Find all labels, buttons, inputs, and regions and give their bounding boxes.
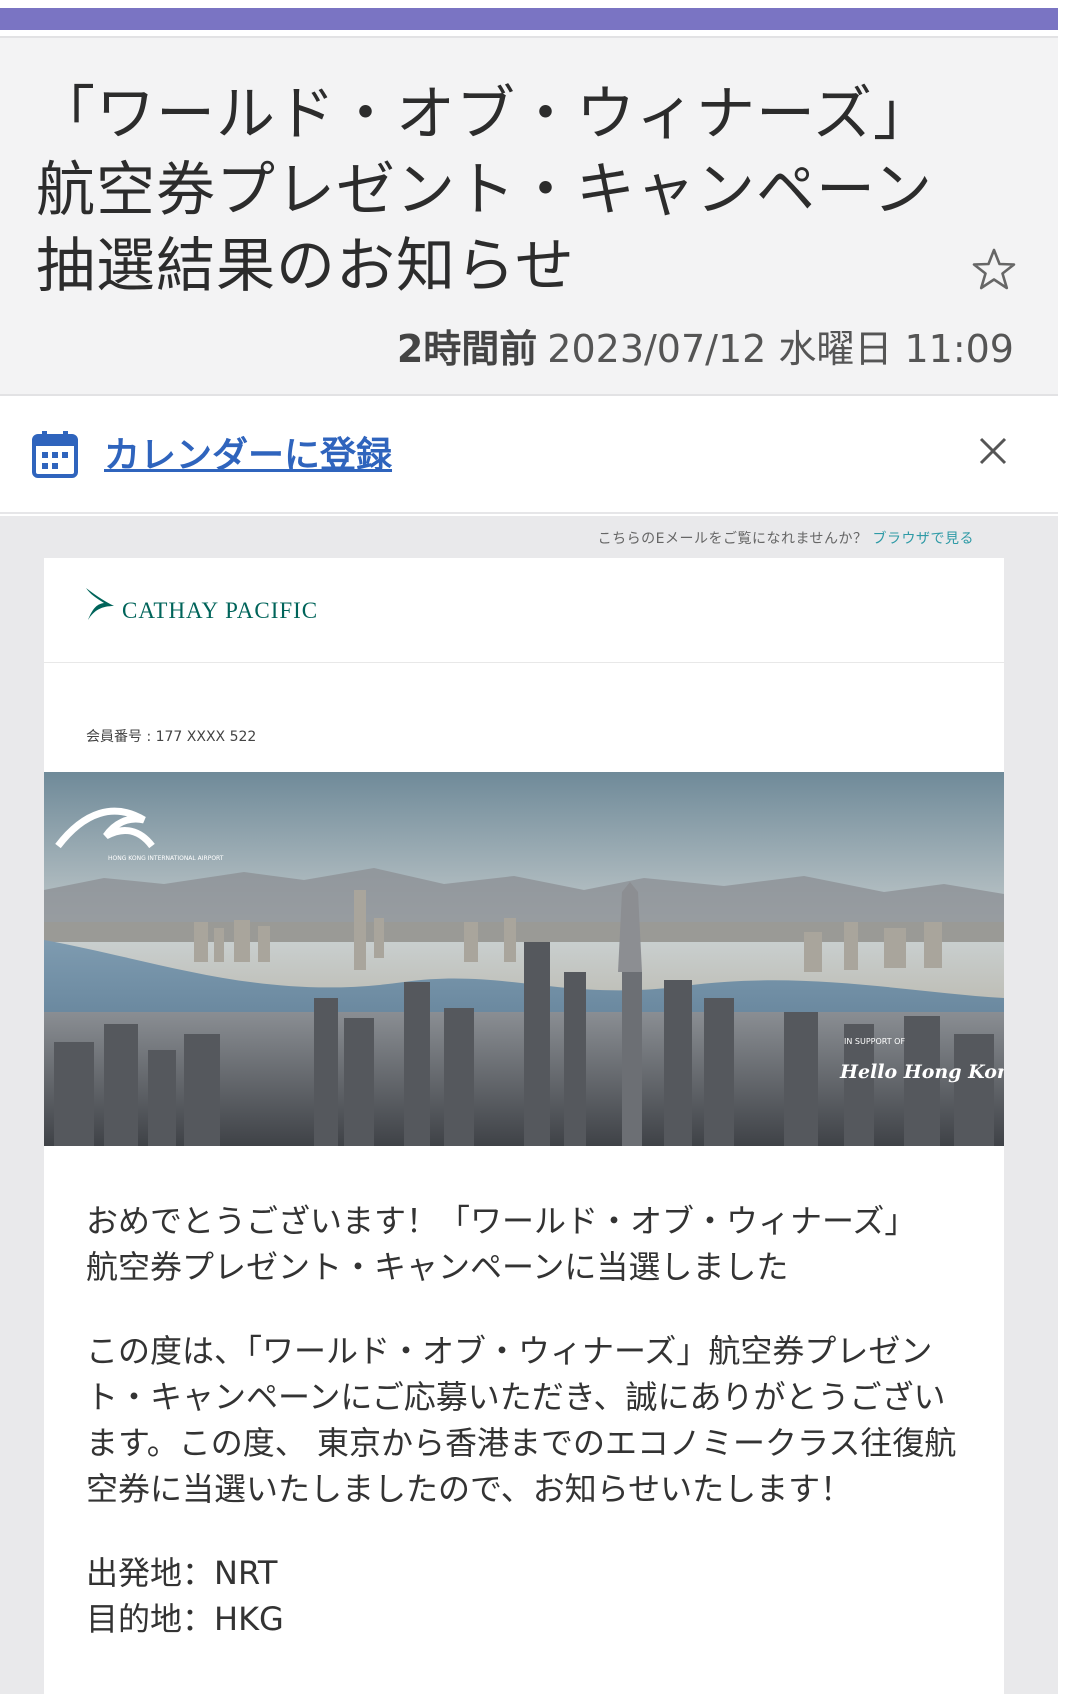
email-card: CATHAY PACIFIC 会員番号 : 177 XXXX 522 HONG … <box>44 558 1004 1698</box>
hero-image: HONG KONG INTERNATIONAL AIRPORT IN SUPPO… <box>44 772 1004 1146</box>
preheader-text: こちらのEメールをご覧になれませんか？ <box>597 531 868 547</box>
relative-time: 2時間前 <box>396 327 538 371</box>
star-icon[interactable] <box>970 246 1018 294</box>
email-message: おめでとうございます！「ワールド・オブ・ウィナーズ」 航空券プレゼント・キャンペ… <box>86 1198 966 1642</box>
member-number: 会員番号 : 177 XXXX 522 <box>86 729 257 745</box>
datetime: 2023/07/12 水曜日 11:09 <box>547 327 1014 371</box>
add-to-calendar-link[interactable]: カレンダーに登録 <box>104 426 392 478</box>
calendar-banner: カレンダーに登録 <box>0 396 1058 514</box>
calendar-icon[interactable] <box>32 430 78 478</box>
brand-name: CATHAY PACIFIC <box>122 598 319 623</box>
subject-line-2: 航空券プレゼント・キャンペーン <box>36 155 934 224</box>
top-accent-bar <box>0 8 1058 30</box>
subject-line-1: 「ワールド・オブ・ウィナーズ」 <box>36 79 934 148</box>
brand-header: CATHAY PACIFIC <box>44 558 1004 663</box>
hello-hong-kong-badge: Hello Hong Kong <box>839 1061 1004 1083</box>
mail-header: 「ワールド・オブ・ウィナーズ」 航空券プレゼント・キャンペーン 抽選結果のお知ら… <box>0 36 1058 396</box>
hero-badge-small: IN SUPPORT OF <box>844 1037 905 1046</box>
cathay-brushwing-logo-icon <box>86 588 114 620</box>
view-in-browser-link[interactable]: ブラウザで見る <box>873 531 975 547</box>
email-subject: 「ワールド・オブ・ウィナーズ」 航空券プレゼント・キャンペーン 抽選結果のお知ら… <box>36 76 936 304</box>
congrats-line-1: おめでとうございます！「ワールド・オブ・ウィナーズ」 <box>86 1202 917 1240</box>
congrats-line-2: 航空券プレゼント・キャンペーンに当選しました <box>86 1248 789 1286</box>
destination: 目的地：HKG <box>86 1600 284 1638</box>
subject-line-3: 抽選結果のお知らせ <box>36 231 575 300</box>
preheader: こちらのEメールをご覧になれませんか？ ブラウザで見る <box>598 528 974 548</box>
congrats-heading: おめでとうございます！「ワールド・オブ・ウィナーズ」 航空券プレゼント・キャンペ… <box>86 1198 966 1290</box>
close-icon[interactable] <box>976 434 1010 468</box>
email-date: 2時間前 2023/07/12 水曜日 11:09 <box>397 318 1014 373</box>
email-body-area: こちらのEメールをご覧になれませんか？ ブラウザで見る CATHAY PACIF… <box>0 516 1058 1698</box>
body-paragraph: この度は、「ワールド・オブ・ウィナーズ」航空券プレゼント・キャンペーンにご応募い… <box>86 1332 957 1508</box>
airport-label: HONG KONG INTERNATIONAL AIRPORT <box>108 855 224 862</box>
departure: 出発地：NRT <box>86 1554 278 1592</box>
